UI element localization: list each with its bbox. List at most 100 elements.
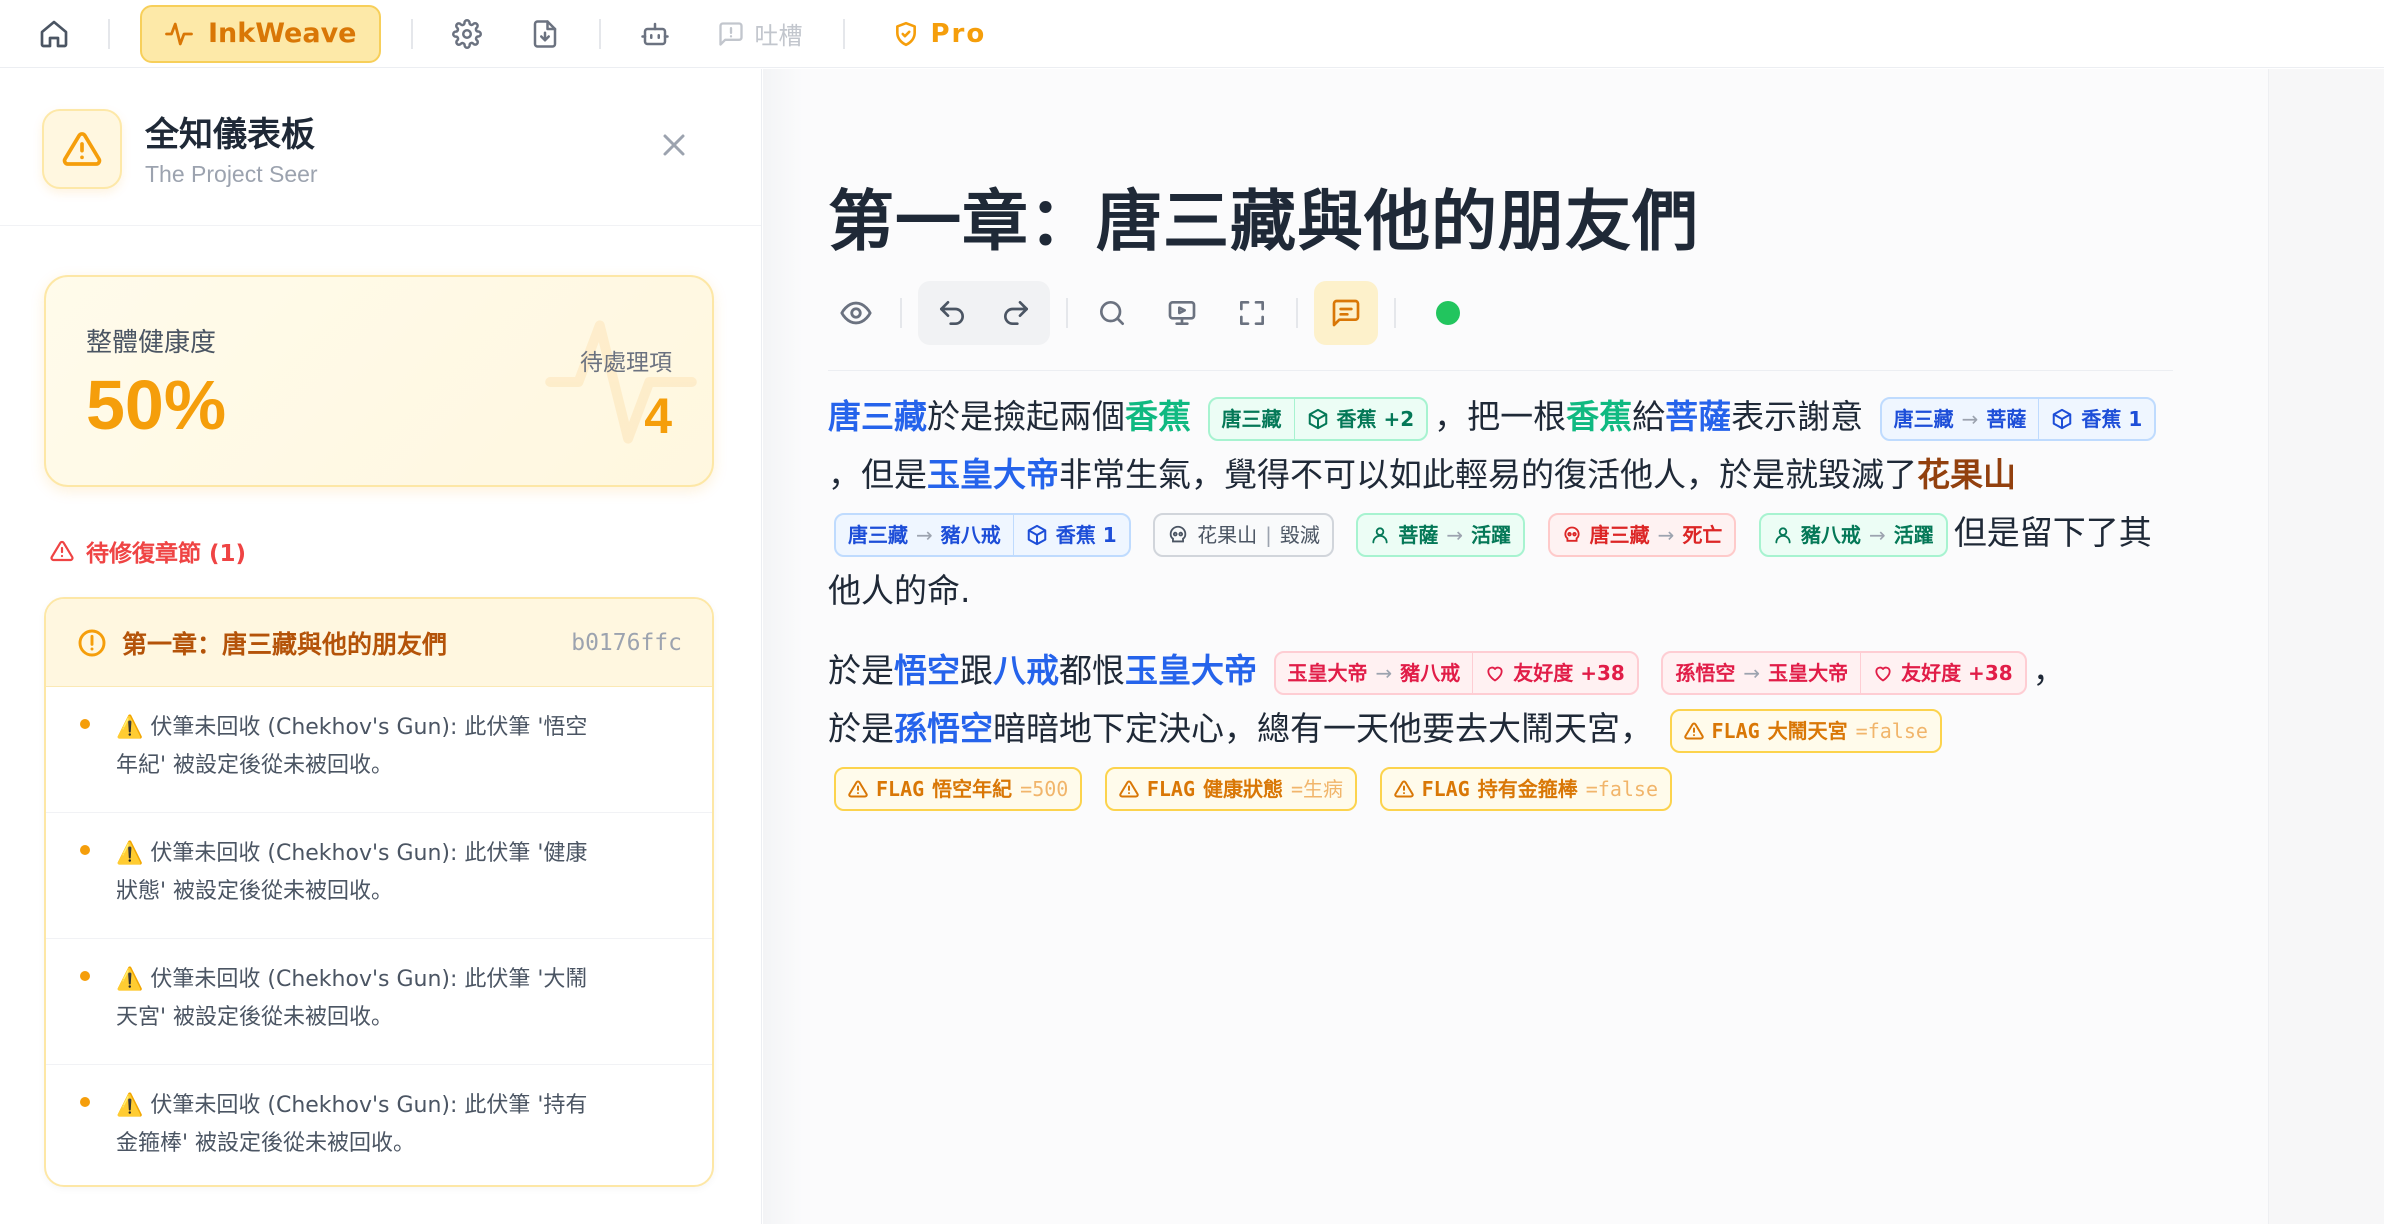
entity-character[interactable]: 唐三藏 <box>828 397 927 436</box>
close-icon[interactable] <box>656 127 692 167</box>
undo-icon[interactable] <box>924 285 980 341</box>
prose-text: 都恨 <box>1059 651 1125 690</box>
toolbar-divider <box>598 18 601 49</box>
issue-text-line: 天宮' 被設定後從未被回收。 <box>116 1005 394 1030</box>
entity-character[interactable]: 八戒 <box>993 651 1059 690</box>
issue-text-line: ⚠️ 伏筆未回收 (Chekhov's Gun): 此伏筆 '持有 <box>116 1093 588 1118</box>
prose-text: ， <box>2032 651 2066 690</box>
editor-divider <box>828 370 2173 371</box>
warning-triangle-icon <box>1119 779 1139 797</box>
chip-place: 花果山 <box>1197 522 1258 547</box>
brand-button[interactable]: InkWeave <box>140 4 381 63</box>
skull-icon <box>1169 525 1187 542</box>
pending-count: 4 <box>644 388 672 444</box>
toolbar-divider <box>900 298 902 328</box>
skull-icon <box>1564 526 1580 542</box>
chip-item: 香蕉 +2 <box>1336 406 1415 431</box>
relation-chip[interactable]: 孫悟空 → 玉皇大帝 友好度 +38 <box>1661 650 2027 695</box>
flag-prefix: FLAG <box>1711 718 1760 743</box>
status-chip[interactable]: 豬八戒 → 活躍 <box>1758 512 1948 557</box>
place-state-chip[interactable]: 花果山 | 毀滅 <box>1153 512 1334 557</box>
tucao-button[interactable]: 吐槽 <box>717 16 803 51</box>
chip-from: 唐三藏 <box>1221 406 1282 431</box>
chip-state: 死亡 <box>1682 522 1723 547</box>
cube-icon <box>1027 524 1047 545</box>
issue-item: ⚠️ 伏筆未回收 (Chekhov's Gun): 此伏筆 '大鬧 天宮' 被設… <box>46 939 712 1065</box>
redo-icon[interactable] <box>988 285 1044 341</box>
flag-value: =false <box>1855 718 1928 743</box>
chapter-title[interactable]: 第一章：唐三藏與他的朋友們 <box>828 168 1699 264</box>
status-chip[interactable]: 菩薩 → 活躍 <box>1356 512 1526 557</box>
relation-chip[interactable]: 玉皇大帝 → 豬八戒 友好度 +38 <box>1273 650 1639 695</box>
chapter-issue-card[interactable]: 第一章：唐三藏與他的朋友們 b0176ffc ⚠️ 伏筆未回收 (Chekhov… <box>44 597 714 1187</box>
gear-icon[interactable] <box>443 10 491 58</box>
shield-check-icon <box>895 21 916 46</box>
fullscreen-icon[interactable] <box>1224 285 1280 341</box>
prose-text: ，但是 <box>828 455 927 494</box>
flag-key: 悟空年紀 <box>932 776 1013 801</box>
flag-chip[interactable]: FLAG 健康狀態 =生病 <box>1104 766 1358 811</box>
arrow-icon: → <box>916 522 933 547</box>
flag-key: 健康狀態 <box>1203 776 1284 801</box>
bullet-dot <box>80 845 90 855</box>
entity-character[interactable]: 玉皇大帝 <box>927 455 1059 494</box>
flag-chip[interactable]: FLAG 大鬧天宮 =false <box>1669 708 1942 753</box>
pending-label: 待處理項 <box>580 350 672 376</box>
chapter-card-header[interactable]: 第一章：唐三藏與他的朋友們 b0176ffc <box>46 599 712 687</box>
entity-character[interactable]: 玉皇大帝 <box>1125 651 1257 690</box>
warning-triangle-icon <box>1683 721 1704 739</box>
entity-character[interactable]: 菩薩 <box>1665 397 1731 436</box>
seer-dashboard-panel: 全知儀表板 The Project Seer 整體健康度 50% 待處理項 4 … <box>0 69 762 1224</box>
toolbar-divider <box>108 18 110 49</box>
chapter-body[interactable]: 唐三藏於是撿起兩個香蕉 唐三藏 香蕉 +2 ，把一根香蕉給菩薩表示謝意 唐三藏 →… <box>828 388 2168 838</box>
issue-item: ⚠️ 伏筆未回收 (Chekhov's Gun): 此伏筆 '持有 金箍棒' 被… <box>46 1065 712 1185</box>
transfer-chip[interactable]: 唐三藏 香蕉 +2 <box>1207 396 1429 441</box>
transfer-chip[interactable]: 唐三藏 → 菩薩 香蕉 1 <box>1879 396 2157 441</box>
bullet-dot <box>80 971 90 981</box>
bullet-dot <box>80 1097 90 1107</box>
chip-affinity: 友好度 +38 <box>1513 660 1625 685</box>
prose-text: 於是撿起兩個 <box>927 397 1125 436</box>
flag-chip[interactable]: FLAG 悟空年紀 =500 <box>834 766 1083 811</box>
file-download-icon[interactable] <box>521 10 569 58</box>
monitor-icon[interactable] <box>1154 285 1210 341</box>
alert-circle-icon <box>78 629 106 656</box>
chip-affinity: 友好度 +38 <box>1901 660 2013 685</box>
arrow-icon: → <box>1657 522 1675 547</box>
chip-character: 菩薩 <box>1398 522 1439 547</box>
flag-prefix: FLAG <box>1421 776 1470 801</box>
flag-chip[interactable]: FLAG 持有金箍棒 =false <box>1379 766 1672 811</box>
pro-button[interactable]: Pro <box>893 19 987 49</box>
prose-text: 暗暗地下定決心，總有一天他要去大鬧天宮， <box>993 709 1653 748</box>
entity-character[interactable]: 悟空 <box>894 651 960 690</box>
chip-from: 玉皇大帝 <box>1287 660 1368 685</box>
robot-icon[interactable] <box>631 10 679 58</box>
entity-item[interactable]: 香蕉 <box>1125 397 1191 436</box>
pro-label: Pro <box>930 18 987 49</box>
entity-item[interactable]: 香蕉 <box>1566 397 1632 436</box>
chip-to: 玉皇大帝 <box>1768 660 1849 685</box>
toolbar-divider <box>1394 298 1396 328</box>
transfer-chip[interactable]: 唐三藏 → 豬八戒 香蕉 1 <box>834 512 1131 557</box>
flag-prefix: FLAG <box>876 776 925 801</box>
home-icon[interactable] <box>30 10 78 58</box>
entity-place[interactable]: 花果山 <box>1917 455 2016 494</box>
prose-text: 表示謝意 <box>1731 397 1864 436</box>
panel-header: 全知儀表板 The Project Seer <box>0 69 761 226</box>
toolbar-divider <box>842 18 845 49</box>
chapter-hash: b0176ffc <box>571 629 682 656</box>
health-card: 整體健康度 50% 待處理項 4 <box>44 275 714 487</box>
comment-icon[interactable] <box>1314 281 1378 345</box>
status-chip[interactable]: 唐三藏 → 死亡 <box>1547 512 1737 557</box>
search-icon[interactable] <box>1084 285 1140 341</box>
eye-icon[interactable] <box>828 285 884 341</box>
chip-state: 活躍 <box>1893 522 1934 547</box>
chip-from: 唐三藏 <box>848 522 908 547</box>
arrow-icon: → <box>1961 406 1979 431</box>
flag-value: =false <box>1585 776 1658 801</box>
entity-character[interactable]: 孫悟空 <box>894 709 993 748</box>
flag-prefix: FLAG <box>1146 776 1196 801</box>
fix-chapters-heading: 待修復章節 (1) <box>50 534 246 568</box>
chip-character: 豬八戒 <box>1800 522 1861 547</box>
flag-key: 持有金箍棒 <box>1477 776 1578 801</box>
